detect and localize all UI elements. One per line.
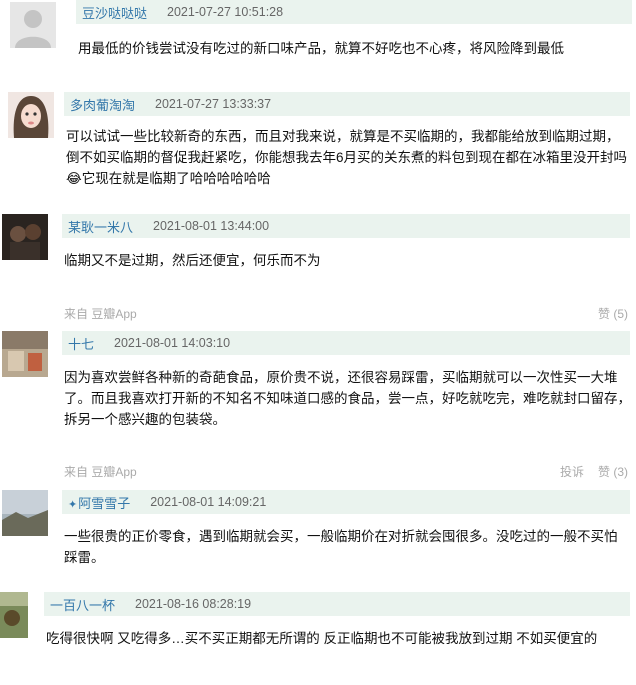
comment-text: 因为喜欢尝鲜各种新的奇葩食品，原价贵不说，还很容易踩雷，买临期就可以一次性买一大… bbox=[64, 370, 631, 427]
username-text: 阿雪雪子 bbox=[78, 495, 131, 511]
avatar[interactable] bbox=[2, 331, 48, 377]
source-label: 来自 豆瓣App bbox=[64, 306, 137, 321]
comment-time: 2021-08-01 14:09:21 bbox=[150, 495, 267, 509]
avatar[interactable] bbox=[2, 490, 48, 536]
avatar[interactable] bbox=[8, 92, 54, 138]
comment-meta: 十七 2021-08-01 14:03:10 bbox=[62, 331, 630, 355]
like-button[interactable]: 赞 (3) bbox=[598, 463, 628, 480]
user-photo-icon bbox=[2, 490, 48, 536]
comment-time: 2021-07-27 13:33:37 bbox=[155, 97, 272, 111]
comment-text: 吃得很快啊 又吃得多…买不买正期都无所谓的 反正临期也不可能被我放到过期 不如买… bbox=[46, 631, 598, 646]
comment-footer: 来自 豆瓣App 投诉 赞 (3) bbox=[64, 461, 628, 481]
user-photo-icon bbox=[2, 214, 48, 260]
comment-time: 2021-07-27 10:51:28 bbox=[167, 5, 284, 19]
comment-meta: ✦阿雪雪子 2021-08-01 14:09:21 bbox=[62, 490, 630, 514]
username-link[interactable]: 豆沙哒哒哒 bbox=[82, 3, 147, 22]
source-label: 来自 豆瓣App bbox=[64, 464, 137, 479]
username-link[interactable]: 多肉葡淘淘 bbox=[70, 95, 135, 114]
username-link[interactable]: 一百八一杯 bbox=[50, 595, 115, 614]
comment-time: 2021-08-01 14:03:10 bbox=[114, 336, 231, 350]
comment-meta: 一百八一杯 2021-08-16 08:28:19 bbox=[44, 592, 630, 616]
comment-text: 可以试试一些比较新奇的东西，而且对我来说，就算是不买临期的，我都能给放到临期过期… bbox=[66, 129, 628, 186]
default-user-icon bbox=[10, 2, 56, 48]
user-photo-icon bbox=[2, 331, 48, 377]
comment-footer: 来自 豆瓣App 赞 (5) bbox=[64, 303, 628, 323]
comment-time: 2021-08-16 08:28:19 bbox=[135, 597, 252, 611]
comment-meta: 多肉葡淘淘 2021-07-27 13:33:37 bbox=[64, 92, 630, 116]
vip-badge-icon: ✦ bbox=[68, 498, 78, 511]
username-link[interactable]: ✦阿雪雪子 bbox=[68, 493, 130, 512]
comment-time: 2021-08-01 13:44:00 bbox=[153, 219, 270, 233]
user-photo-icon bbox=[0, 592, 28, 638]
comment-meta: 某耿一米八 2021-08-01 13:44:00 bbox=[62, 214, 630, 238]
comment-meta: 豆沙哒哒哒 2021-07-27 10:51:28 bbox=[76, 0, 632, 24]
avatar[interactable] bbox=[0, 592, 28, 638]
avatar[interactable] bbox=[2, 214, 48, 260]
username-link[interactable]: 十七 bbox=[68, 334, 94, 353]
comment-text: 临期又不是过期，然后还便宜，何乐而不为 bbox=[64, 253, 321, 268]
username-link[interactable]: 某耿一米八 bbox=[68, 217, 133, 236]
user-photo-icon bbox=[8, 92, 54, 138]
comment-text: 用最低的价钱尝试没有吃过的新口味产品，就算不好吃也不心疼，将风险降到最低 bbox=[78, 41, 564, 56]
like-button[interactable]: 赞 (5) bbox=[598, 305, 628, 322]
report-button[interactable]: 投诉 bbox=[560, 463, 584, 480]
comment-text: 一些很贵的正价零食，遇到临期就会买，一般临期价在对折就会囤很多。没吃过的一般不买… bbox=[64, 529, 618, 565]
avatar[interactable] bbox=[10, 2, 56, 48]
